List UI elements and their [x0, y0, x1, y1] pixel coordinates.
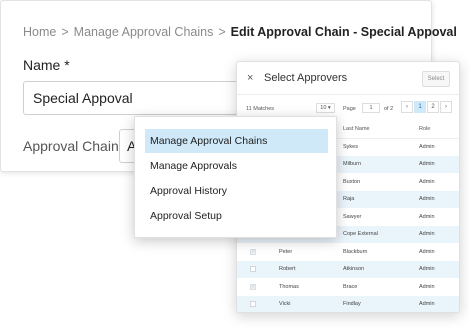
next-page-icon[interactable]: ›: [440, 101, 452, 113]
table-row[interactable]: Robert Atkinson Admin: [237, 260, 459, 278]
modal-header: × Select Approvers Select: [237, 62, 459, 95]
select-button[interactable]: Select: [422, 71, 450, 87]
last-name-cell: Blackburn: [343, 248, 368, 255]
row-checkbox[interactable]: [250, 266, 256, 273]
menu-item-approval-setup[interactable]: Approval Setup: [145, 204, 328, 228]
last-name-cell: Buxton: [343, 178, 361, 185]
per-page-select[interactable]: 10 ▾: [316, 103, 335, 113]
first-name-cell: Thomas: [279, 283, 299, 290]
pager: ‹ 1 2 ›: [401, 101, 453, 113]
last-name-cell: Cope External: [343, 225, 419, 243]
last-name-cell: Milburn: [343, 155, 419, 173]
role-cell: Admin: [419, 225, 459, 243]
role-cell: Admin: [419, 155, 459, 173]
row-select-cell: [237, 295, 279, 312]
name-label: Name *: [23, 57, 70, 73]
table-row[interactable]: ✓ Peter Blackburn Admin: [237, 243, 459, 261]
page-total: of 2: [384, 106, 394, 112]
column-header-last-name[interactable]: Last Name: [343, 121, 419, 139]
row-checkbox[interactable]: [250, 301, 256, 308]
breadcrumb-manage-approval-chains[interactable]: Manage Approval Chains: [74, 25, 214, 39]
last-name-cell: Atkinson: [343, 260, 419, 278]
last-name-cell: Sykes: [343, 144, 358, 150]
menu-item-manage-approvals[interactable]: Manage Approvals: [145, 154, 328, 178]
role-cell: Admin: [419, 144, 435, 150]
modal-title: Select Approvers: [264, 72, 348, 84]
page-1-button[interactable]: 1: [414, 101, 426, 113]
last-name-cell: Raja: [343, 190, 419, 208]
breadcrumb-home[interactable]: Home: [23, 25, 56, 39]
page-2-button[interactable]: 2: [427, 101, 439, 113]
name-input[interactable]: Special Appoval: [23, 81, 253, 115]
menu-item-manage-approval-chains[interactable]: Manage Approval Chains: [145, 129, 328, 153]
close-icon[interactable]: ×: [247, 72, 253, 84]
role-cell: Admin: [419, 248, 435, 255]
last-name-cell: Sawyer: [343, 213, 362, 220]
first-name-cell: Vicki: [279, 295, 343, 312]
row-select-cell: ✓: [237, 278, 279, 296]
table-row[interactable]: Vicki Findlay Admin: [237, 295, 459, 312]
match-count: 11 Matches: [246, 106, 275, 112]
row-select-cell: [237, 260, 279, 278]
role-cell: Admin: [419, 213, 435, 220]
page-label: Page: [343, 106, 356, 112]
role-cell: Admin: [419, 190, 459, 208]
last-name-cell: Findlay: [343, 295, 419, 312]
approval-chain-label: Approval Chain: [23, 138, 119, 154]
menu-item-approval-history[interactable]: Approval History: [145, 179, 328, 203]
role-cell: Admin: [419, 295, 459, 312]
role-cell: Admin: [419, 260, 459, 278]
row-select-cell: ✓: [237, 243, 279, 261]
row-checkbox[interactable]: ✓: [250, 248, 256, 255]
prev-page-icon[interactable]: ‹: [401, 101, 413, 113]
column-header-role[interactable]: Role: [419, 121, 459, 139]
breadcrumb: Home > Manage Approval Chains > Edit Approva…: [23, 25, 457, 39]
breadcrumb-separator: >: [218, 25, 226, 39]
first-name-cell: Robert: [279, 260, 343, 278]
last-name-cell: Brace: [343, 283, 358, 290]
row-checkbox[interactable]: ✓: [250, 283, 256, 290]
breadcrumb-separator: >: [61, 25, 69, 39]
role-cell: Admin: [419, 283, 435, 290]
role-cell: Admin: [419, 178, 435, 185]
navigation-dropdown-menu: Manage Approval Chains Manage Approvals …: [134, 116, 337, 238]
page-number-input[interactable]: 1: [362, 103, 380, 113]
breadcrumb-current-page: Edit Approval Chain - Special Appoval: [230, 25, 457, 39]
table-row[interactable]: ✓ Thomas Brace Admin: [237, 278, 459, 296]
first-name-cell: Peter: [279, 248, 293, 255]
